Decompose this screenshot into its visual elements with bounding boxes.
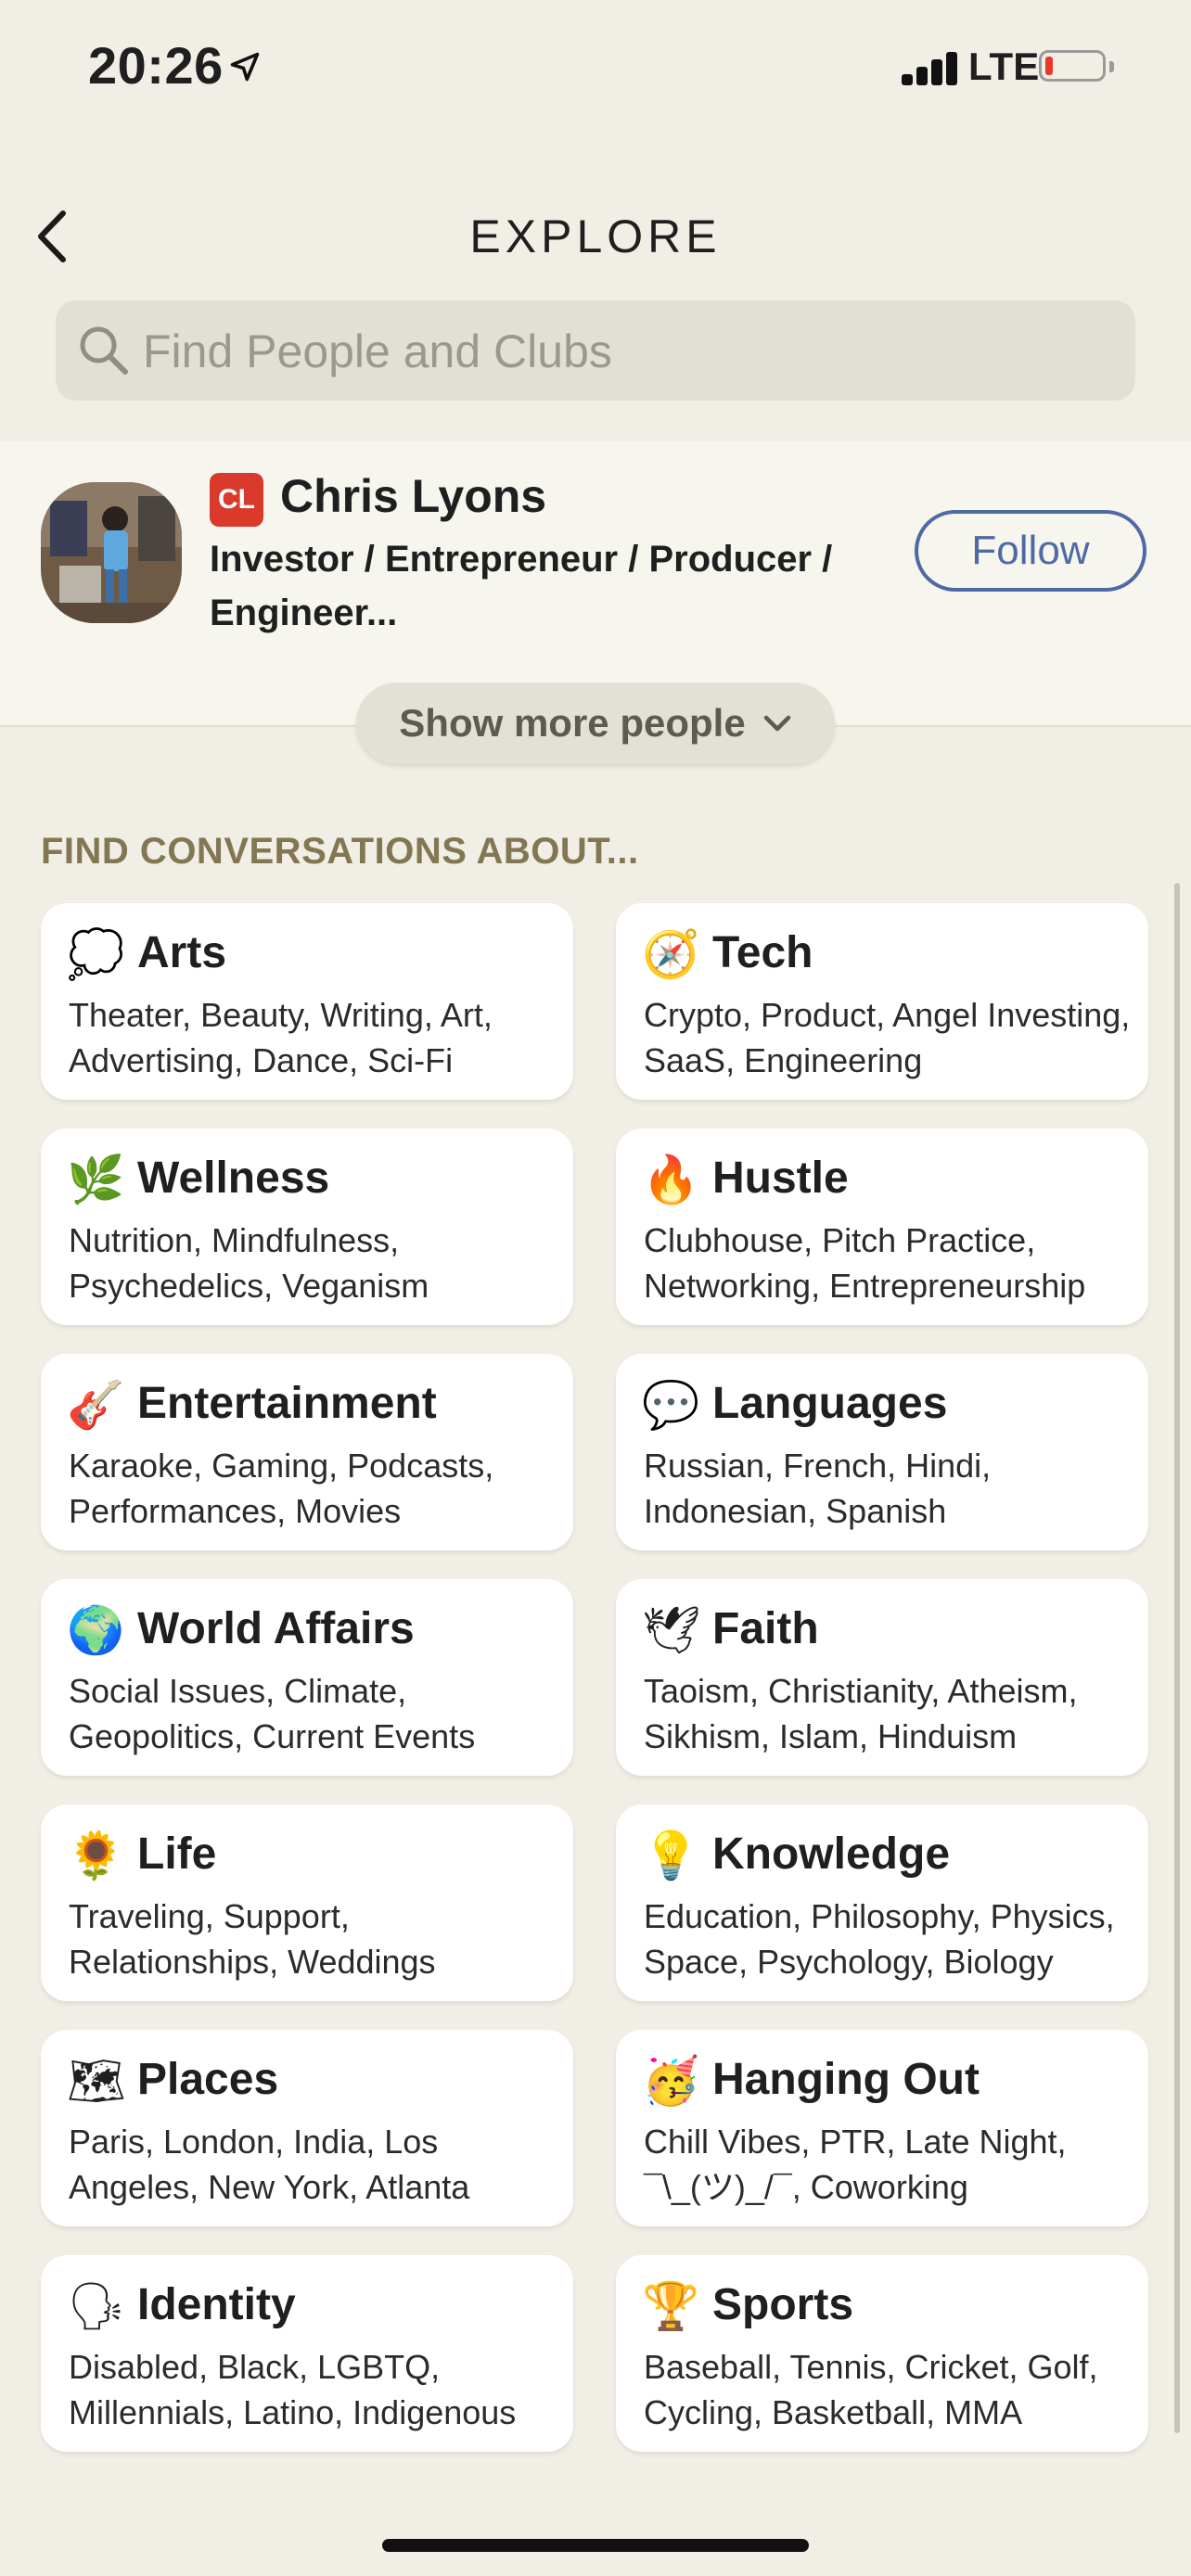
- category-title: World Affairs: [137, 1604, 415, 1653]
- category-card-places[interactable]: 🗺 Places Paris, London, India, Los Angeles…: [41, 2030, 573, 2226]
- search-icon: [80, 326, 128, 375]
- network-type: LTE: [968, 45, 1040, 88]
- globe-icon: 🌍: [67, 1603, 125, 1657]
- category-title: Hanging Out: [712, 2055, 980, 2104]
- category-topics: Russian, French, Hindi, Indonesian, Span…: [644, 1447, 992, 1530]
- avatar[interactable]: [41, 482, 182, 623]
- category-topics: Crypto, Product, Angel Investing, SaaS, …: [644, 996, 1131, 1079]
- category-title: Sports: [712, 2280, 854, 2329]
- category-card-identity[interactable]: 🗣 Identity Disabled, Black, LGBTQ, Millenn…: [41, 2255, 573, 2452]
- category-topics: Paris, London, India, Los Angeles, New Y…: [69, 2123, 470, 2206]
- speaking-head-icon: 🗣: [67, 2279, 126, 2333]
- guitar-icon: 🎸: [67, 1378, 125, 1432]
- page-title: EXPLORE: [469, 210, 722, 262]
- category-topics: Clubhouse, Pitch Practice, Networking, E…: [644, 1221, 1086, 1305]
- category-topics: Education, Philosophy, Physics, Space, P…: [644, 1897, 1115, 1981]
- trophy-icon: 🏆: [642, 2279, 700, 2333]
- category-topics: Chill Vibes, PTR, Late Night, ¯\_(ツ)_/¯,…: [644, 2123, 1067, 2206]
- dove-icon: 🕊: [642, 1603, 701, 1657]
- category-card-arts[interactable]: 💭 Arts Theater, Beauty, Writing, Art, Adve…: [41, 903, 573, 1100]
- world-map-icon: 🗺: [67, 2054, 126, 2108]
- category-title: Entertainment: [137, 1379, 437, 1428]
- category-title: Arts: [137, 928, 227, 977]
- compass-icon: 🧭: [642, 927, 700, 981]
- fire-icon: 🔥: [642, 1153, 700, 1206]
- category-card-wellness[interactable]: 🌿 Wellness Nutrition, Mindfulness, Psyched…: [41, 1129, 573, 1325]
- category-title: Life: [137, 1830, 217, 1879]
- scrollbar[interactable]: [1174, 883, 1180, 2433]
- category-card-sports[interactable]: 🏆 Sports Baseball, Tennis, Cricket, Golf, …: [616, 2255, 1148, 2452]
- category-card-hustle[interactable]: 🔥 Hustle Clubhouse, Pitch Practice, Networ…: [616, 1129, 1148, 1325]
- show-more-people-button[interactable]: Show more people: [356, 682, 835, 764]
- category-title: Wellness: [137, 1154, 330, 1203]
- signal-strength-icon: [902, 48, 957, 85]
- party-face-icon: 🥳: [642, 2054, 700, 2108]
- status-bar: 20:26 LTE: [0, 0, 1191, 139]
- category-topics: Traveling, Support, Relationships, Weddi…: [69, 1897, 436, 1981]
- category-title: Faith: [712, 1604, 819, 1653]
- category-topics: Disabled, Black, LGBTQ, Millennials, Lat…: [69, 2348, 517, 2431]
- location-arrow-icon: [230, 52, 260, 82]
- category-topics: Theater, Beauty, Writing, Art, Advertisi…: [69, 996, 493, 1079]
- category-card-faith[interactable]: 🕊 Faith Taoism, Christianity, Atheism, Sik…: [616, 1579, 1148, 1776]
- home-indicator[interactable]: [382, 2539, 809, 2552]
- category-topics: Baseball, Tennis, Cricket, Golf, Cycling…: [644, 2348, 1098, 2431]
- follow-button[interactable]: Follow: [915, 510, 1146, 592]
- person-description: Investor / Entrepreneur / Producer / Eng…: [210, 539, 833, 633]
- category-topics: Taoism, Christianity, Atheism, Sikhism, …: [644, 1672, 1078, 1755]
- category-card-knowledge[interactable]: 💡 Knowledge Education, Philosophy, Physics…: [616, 1804, 1148, 2001]
- thought-balloon-icon: 💭: [67, 927, 125, 981]
- battery-icon: [1039, 50, 1114, 82]
- chevron-down-icon: [763, 715, 790, 732]
- category-title: Knowledge: [712, 1830, 951, 1879]
- person-name[interactable]: Chris Lyons: [280, 469, 546, 523]
- section-heading: FIND CONVERSATIONS ABOUT...: [41, 831, 639, 872]
- light-bulb-icon: 💡: [642, 1829, 700, 1882]
- category-topics: Social Issues, Climate, Geopolitics, Cur…: [69, 1672, 476, 1755]
- category-card-tech[interactable]: 🧭 Tech Crypto, Product, Angel Investing, S…: [616, 903, 1148, 1100]
- category-topics: Nutrition, Mindfulness, Psychedelics, Ve…: [69, 1221, 429, 1305]
- status-time: 20:26: [88, 36, 224, 95]
- category-title: Identity: [137, 2280, 296, 2329]
- category-card-life[interactable]: 🌻 Life Traveling, Support, Relationships, …: [41, 1804, 573, 2001]
- sunflower-icon: 🌻: [67, 1829, 125, 1882]
- club-badge-icon: CL: [210, 473, 263, 527]
- category-card-languages[interactable]: 💬 Languages Russian, French, Hindi, Indone…: [616, 1354, 1148, 1550]
- category-title: Languages: [712, 1379, 948, 1428]
- category-card-entertainment[interactable]: 🎸 Entertainment Karaoke, Gaming, Podcasts,…: [41, 1354, 573, 1550]
- category-title: Places: [137, 2055, 279, 2104]
- category-card-world-affairs[interactable]: 🌍 World Affairs Social Issues, Climate, Ge…: [41, 1579, 573, 1776]
- category-title: Tech: [712, 928, 813, 977]
- show-more-label: Show more people: [399, 701, 746, 745]
- speech-bubble-icon: 💬: [642, 1378, 700, 1432]
- category-topics: Karaoke, Gaming, Podcasts, Performances,…: [69, 1447, 494, 1530]
- category-title: Hustle: [712, 1154, 849, 1203]
- herb-icon: 🌿: [67, 1153, 125, 1206]
- category-card-hanging-out[interactable]: 🥳 Hanging Out Chill Vibes, PTR, Late Night…: [616, 2030, 1148, 2226]
- search-input[interactable]: [141, 315, 1109, 388]
